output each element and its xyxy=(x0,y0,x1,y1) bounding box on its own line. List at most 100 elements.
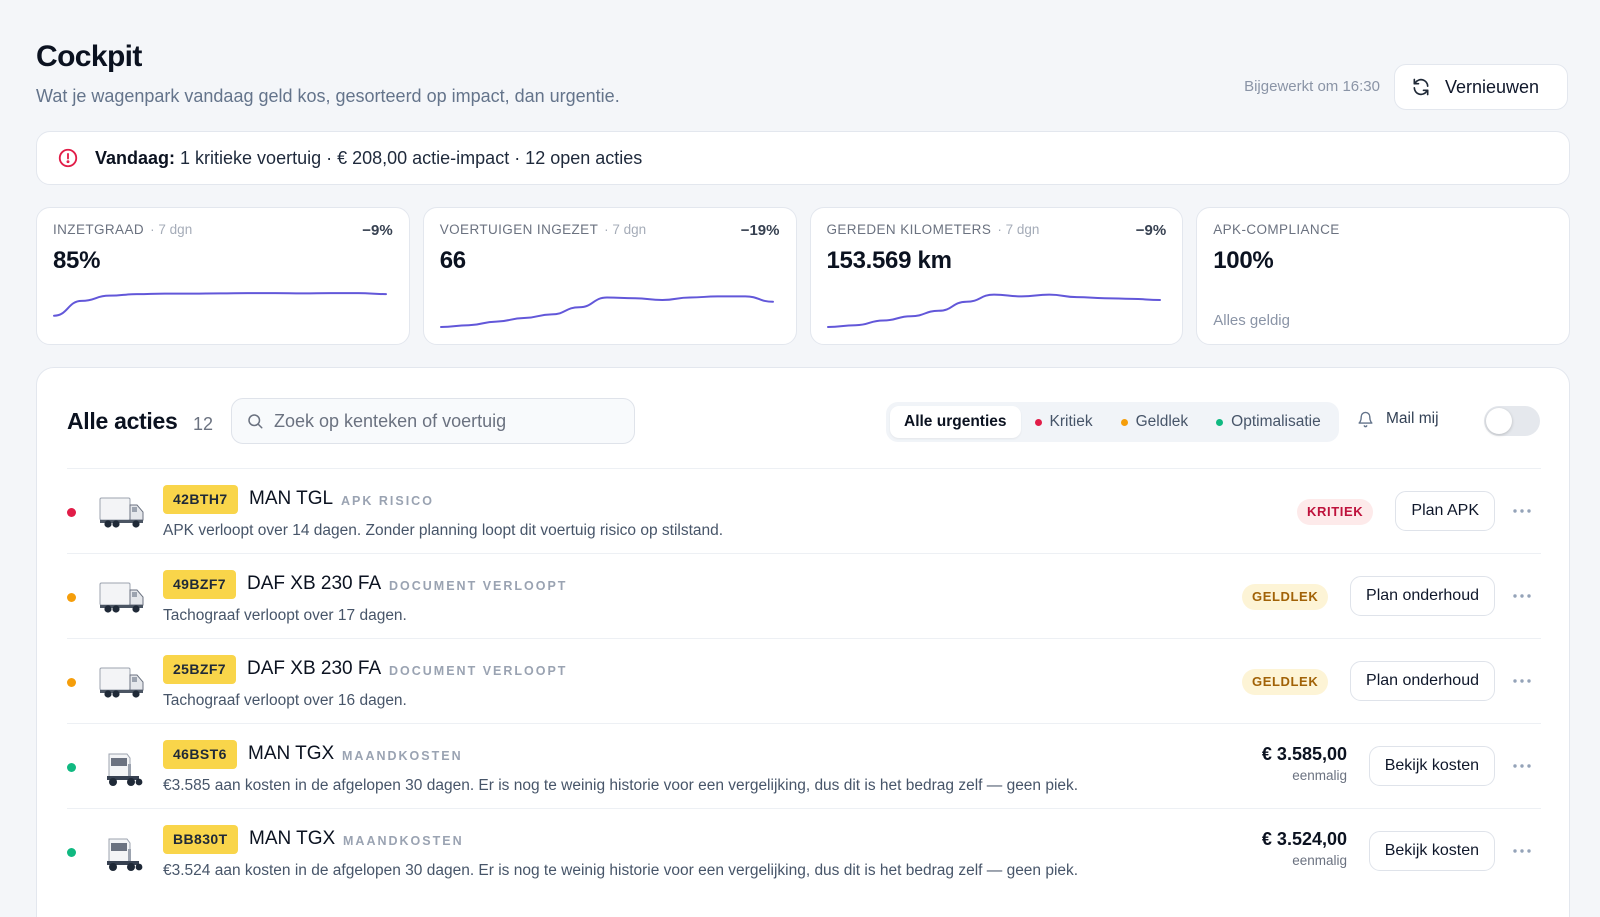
kritiek-dot xyxy=(1034,418,1042,426)
box-truck-icon xyxy=(99,497,144,528)
action-description: APK verloopt over 14 dagen. Zonder plann… xyxy=(163,522,724,539)
amount-value: € 3.585,00 xyxy=(1261,744,1347,764)
truck-icon xyxy=(99,750,145,793)
bell-icon xyxy=(1358,411,1373,427)
mail-me-toggle[interactable] xyxy=(1484,406,1540,436)
kpi-card-apk-compliance: APK-COMPLIANCE 100% Alles geldig xyxy=(1196,207,1570,345)
kpi-row: INZETGRAAD · 7 dgn −9% 85% VOERTUIGEN IN… xyxy=(36,207,1570,345)
kpi-value: 66 xyxy=(439,247,466,274)
filter-geldlek[interactable]: Geldlek xyxy=(1107,406,1203,438)
search-input[interactable] xyxy=(274,410,614,432)
box-truck-icon xyxy=(99,582,144,613)
refresh-icon xyxy=(1413,78,1429,96)
action-type-tag: DOCUMENT VERLOOPT xyxy=(389,579,568,593)
truck-icon xyxy=(99,835,145,878)
search-icon xyxy=(248,414,263,429)
vehicle-model: DAF XB 230 FA xyxy=(247,658,382,679)
license-plate: BB830T xyxy=(163,825,238,854)
page-subtitle: Wat je wagenpark vandaag geld kos, gesor… xyxy=(36,86,620,106)
daily-summary-banner: Vandaag: 1 kritieke voertuig · € 208,00 … xyxy=(36,131,1570,185)
filter-optimalisatie[interactable]: Optimalisatie xyxy=(1202,406,1335,438)
kpi-note: Alles geldig xyxy=(1213,312,1290,329)
urgency-badge: GELDLEK xyxy=(1242,584,1329,610)
actions-title: Alle acties xyxy=(67,408,178,434)
kpi-value: 85% xyxy=(53,247,101,274)
urgency-dot xyxy=(67,508,76,517)
refresh-button[interactable]: Vernieuwen xyxy=(1394,64,1568,110)
action-type-tag: DOCUMENT VERLOOPT xyxy=(389,664,568,678)
toggle-knob xyxy=(1486,408,1512,434)
row-action-button[interactable]: Bekijk kosten xyxy=(1368,831,1495,871)
truck-icon xyxy=(99,495,145,534)
amount-frequency: eenmalig xyxy=(1292,768,1347,783)
cost-amount: € 3.524,00 eenmalig xyxy=(1262,829,1347,868)
search-box xyxy=(231,398,635,444)
kpi-label: APK-COMPLIANCE xyxy=(1213,222,1340,237)
urgency-dot xyxy=(67,678,76,687)
more-options-icon[interactable] xyxy=(1511,756,1533,776)
kpi-label: INZETGRAAD · 7 dgn xyxy=(53,222,193,237)
action-description: Tachograaf verloopt over 16 dagen. xyxy=(163,692,407,709)
mail-me-label: Mail mij xyxy=(1357,410,1439,428)
urgency-dot xyxy=(67,848,76,857)
vehicle-model: DAF XB 230 FA xyxy=(247,573,382,594)
kpi-card-voertuigen-ingezet: VOERTUIGEN INGEZET · 7 dgn −19% 66 xyxy=(422,207,797,345)
row-action-button[interactable]: Plan APK xyxy=(1395,491,1495,531)
kpi-delta: −9% xyxy=(1135,222,1167,239)
action-description: €3.585 aan kosten in de afgelopen 30 dag… xyxy=(163,777,1079,794)
license-plate: 49BZF7 xyxy=(163,570,236,599)
cockpit-page: Cockpit Wat je wagenpark vandaag geld ko… xyxy=(36,0,1570,917)
row-action-button[interactable]: Plan onderhoud xyxy=(1350,661,1495,701)
truck-icon xyxy=(99,580,145,619)
refresh-label: Vernieuwen xyxy=(1445,76,1540,97)
action-row[interactable]: 25BZF7 DAF XB 230 FA DOCUMENT VERLOOPT T… xyxy=(67,638,1541,723)
kpi-card-inzetgraad: INZETGRAAD · 7 dgn −9% 85% xyxy=(36,207,410,345)
kpi-value: 153.569 km xyxy=(826,247,952,274)
box-truck-icon xyxy=(99,667,144,698)
action-description: €3.524 aan kosten in de afgelopen 30 dag… xyxy=(163,862,1079,879)
action-row[interactable]: BB830T MAN TGX MAANDKOSTEN €3.524 aan ko… xyxy=(67,808,1541,893)
action-row[interactable]: 49BZF7 DAF XB 230 FA DOCUMENT VERLOOPT T… xyxy=(67,553,1541,638)
more-options-icon[interactable] xyxy=(1511,841,1533,861)
actions-list: 42BTH7 MAN TGL APK RISICO APK verloopt o… xyxy=(67,468,1541,893)
urgency-dot xyxy=(67,593,76,602)
page-title: Cockpit xyxy=(36,40,142,73)
more-options-icon[interactable] xyxy=(1511,671,1533,691)
amount-value: € 3.524,00 xyxy=(1261,829,1347,849)
urgency-badge: GELDLEK xyxy=(1242,669,1329,695)
filter-alle-urgenties[interactable]: Alle urgenties xyxy=(890,406,1021,438)
urgency-dot xyxy=(67,763,76,772)
kpi-sparkline xyxy=(826,293,1161,328)
filter-kritiek[interactable]: Kritiek xyxy=(1021,406,1107,438)
actions-count: 12 xyxy=(193,414,214,434)
urgency-badge: KRITIEK xyxy=(1297,499,1374,525)
summary-text: 1 kritieke voertuig · € 208,00 actie-imp… xyxy=(180,147,643,168)
license-plate: 25BZF7 xyxy=(163,655,236,684)
more-options-icon[interactable] xyxy=(1511,586,1533,606)
kpi-card-gereden-kilometers: GEREDEN KILOMETERS · 7 dgn −9% 153.569 k… xyxy=(809,207,1184,345)
actions-panel: Alle acties 12 Alle urgenties Kritiek Ge… xyxy=(36,367,1570,917)
license-plate: 46BST6 xyxy=(163,740,237,769)
action-description: Tachograaf verloopt over 17 dagen. xyxy=(163,607,407,624)
row-action-button[interactable]: Plan onderhoud xyxy=(1350,576,1495,616)
more-options-icon[interactable] xyxy=(1511,501,1533,521)
action-row[interactable]: 42BTH7 MAN TGL APK RISICO APK verloopt o… xyxy=(67,468,1541,553)
license-plate: 42BTH7 xyxy=(163,485,238,514)
action-type-tag: MAANDKOSTEN xyxy=(343,834,464,848)
vehicle-model: MAN TGX xyxy=(249,828,336,849)
kpi-delta: −19% xyxy=(740,222,780,239)
vehicle-model: MAN TGL xyxy=(249,488,334,509)
kpi-value: 100% xyxy=(1213,247,1274,274)
row-action-button[interactable]: Bekijk kosten xyxy=(1368,746,1495,786)
urgency-filter: Alle urgenties Kritiek Geldlek Optimalis… xyxy=(886,402,1339,442)
tractor-icon xyxy=(107,838,143,871)
kpi-label: VOERTUIGEN INGEZET · 7 dgn xyxy=(439,222,647,237)
truck-icon xyxy=(99,665,145,704)
action-type-tag: MAANDKOSTEN xyxy=(342,749,463,763)
action-type-tag: APK RISICO xyxy=(341,494,434,508)
optimalisatie-dot xyxy=(1216,418,1224,426)
page-header: Cockpit Wat je wagenpark vandaag geld ko… xyxy=(36,0,1570,128)
tractor-icon xyxy=(107,753,143,786)
cost-amount: € 3.585,00 eenmalig xyxy=(1262,744,1347,783)
action-row[interactable]: 46BST6 MAN TGX MAANDKOSTEN €3.585 aan ko… xyxy=(67,723,1541,808)
